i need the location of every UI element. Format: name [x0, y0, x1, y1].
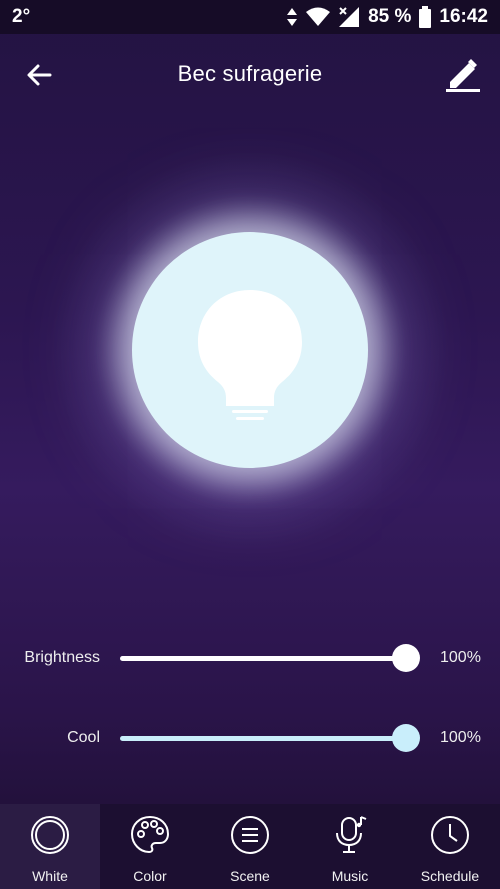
tab-music[interactable]: Music — [300, 804, 400, 889]
battery-icon — [419, 6, 432, 28]
brightness-slider-thumb[interactable] — [392, 644, 420, 672]
tab-schedule-label: Schedule — [420, 868, 480, 884]
tab-white[interactable]: White — [0, 804, 100, 889]
pencil-icon — [446, 59, 480, 92]
tab-music-label: Music — [331, 868, 369, 884]
palette-icon — [130, 815, 170, 854]
temperature-indicator: 2° — [12, 6, 31, 27]
tab-white-label: White — [32, 868, 68, 884]
back-arrow-icon — [27, 64, 52, 86]
tab-schedule[interactable]: Schedule — [400, 804, 500, 889]
data-arrows-icon — [286, 7, 298, 27]
status-bar: 2° 85 % 16:42 — [0, 0, 500, 34]
tab-scene-label: Scene — [230, 868, 270, 884]
cell-signal-icon — [338, 6, 360, 28]
microphone-note-icon — [336, 816, 367, 853]
wifi-icon — [306, 7, 331, 27]
tab-scene[interactable]: Scene — [200, 804, 300, 889]
clock-icon — [431, 816, 469, 854]
brightness-slider-track[interactable] — [120, 656, 406, 661]
bottom-nav: White Color Scene Music Schedule — [0, 804, 500, 889]
cool-slider-row: Cool 100% — [0, 718, 500, 758]
bulb-glow — [50, 150, 450, 550]
status-icons: 85 % 16:42 — [286, 6, 488, 28]
back-button[interactable] — [22, 58, 56, 92]
cool-slider-thumb[interactable] — [392, 724, 420, 752]
battery-text: 85 % — [368, 6, 412, 27]
clock-time: 16:42 — [439, 6, 488, 27]
light-bulb-icon — [198, 290, 302, 420]
page-title: Bec sufragerie — [177, 61, 323, 86]
brightness-label: Brightness — [24, 649, 100, 666]
cool-slider-track[interactable] — [120, 736, 406, 741]
cool-label: Cool — [67, 729, 100, 746]
app-header: Bec sufragerie — [0, 34, 500, 114]
ring-icon — [31, 816, 69, 854]
menu-circle-icon — [231, 816, 269, 854]
bulb-preview[interactable] — [132, 232, 368, 468]
brightness-value: 100% — [440, 649, 481, 666]
tab-color-label: Color — [133, 868, 167, 884]
tab-color[interactable]: Color — [100, 804, 200, 889]
cool-value: 100% — [440, 729, 481, 746]
brightness-slider-row: Brightness 100% — [0, 638, 500, 678]
edit-button[interactable] — [442, 54, 482, 94]
